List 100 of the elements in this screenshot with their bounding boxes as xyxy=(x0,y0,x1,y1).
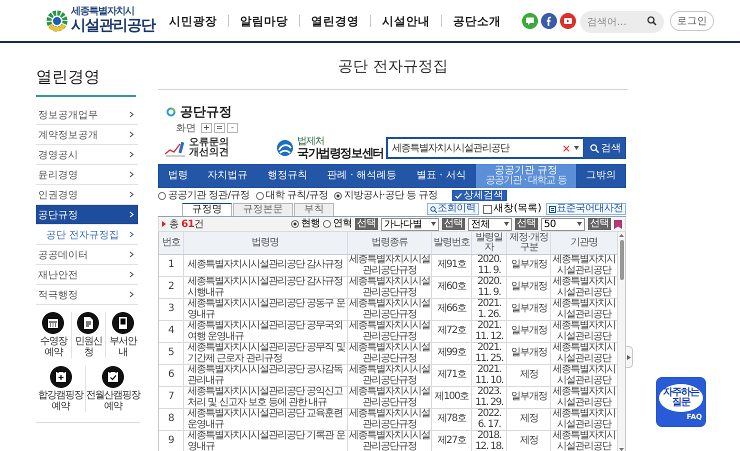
logo-subtitle: 세종특별자치시 xyxy=(71,7,135,18)
chevron-icon xyxy=(129,191,134,198)
table-cell: 제99호 xyxy=(432,342,472,364)
nav-link[interactable]: 열린경영 xyxy=(299,14,370,26)
chevron-icon xyxy=(129,131,134,138)
logo-title: 시설관리공단 xyxy=(71,18,155,34)
nav-link[interactable]: 알림마당 xyxy=(228,14,299,26)
sidebar-title: 열린경영 xyxy=(36,67,136,97)
radio-option[interactable]: 지방공사·공단 등 규정 xyxy=(334,190,438,200)
zoom-button[interactable]: = xyxy=(214,123,225,133)
search-field[interactable]: 검색어... xyxy=(580,11,664,33)
chevron-icon xyxy=(129,271,134,278)
select-field[interactable]: 50 xyxy=(541,218,585,230)
select-button[interactable]: 선택 xyxy=(442,218,465,230)
zoom-button[interactable]: + xyxy=(201,123,212,133)
select-button[interactable]: 선택 xyxy=(515,218,538,230)
document-icon xyxy=(77,312,100,334)
page-title: 공단 전자규정집 xyxy=(338,56,448,76)
dictionary-button[interactable]: 표준국어대사전 xyxy=(546,203,626,215)
calendar-icon xyxy=(42,312,64,334)
table-cell: 제60호 xyxy=(432,276,472,298)
chevron-icon xyxy=(129,151,134,158)
select-button[interactable]: 선택 xyxy=(355,218,378,230)
table-cell: 제71호 xyxy=(432,364,472,386)
select-field[interactable]: 전체 xyxy=(468,218,512,230)
table-cell: 3 xyxy=(159,298,184,320)
table-cell: 일부개정 xyxy=(506,276,551,298)
column-header: 법령종류 xyxy=(347,232,432,254)
table-cell: 세종특별자치시시설관리공단규정 xyxy=(347,364,432,386)
table-cell: 세종특별자치시시설관리공단 공무국외여행 운영내규 xyxy=(183,320,348,342)
sidebar-item[interactable]: 정보공개업무 xyxy=(36,105,138,125)
sidebar-item[interactable]: 공공데이터 xyxy=(36,245,138,265)
tab[interactable]: 규정본문 xyxy=(233,203,293,216)
table-cell: 제72호 xyxy=(432,320,472,342)
tab[interactable]: 규정명 xyxy=(182,203,232,216)
category-tab[interactable]: 행정규칙 xyxy=(257,164,318,188)
nav-link[interactable]: 시민광장 xyxy=(158,14,228,26)
category-tab[interactable]: 법령 xyxy=(158,164,198,188)
select-button[interactable]: 선택 xyxy=(588,218,611,230)
table-cell: 6 xyxy=(159,364,184,386)
history-button[interactable]: 조회이력 xyxy=(426,203,479,215)
table-cell: 세종특별자치시시설관리공단 공무직 및 기간제 근로자 관리규정 xyxy=(183,342,348,364)
table-cell: 1 xyxy=(159,254,184,276)
collapse-handle[interactable] xyxy=(626,346,633,368)
radio-option[interactable]: 대학 규칙/규정 xyxy=(256,190,328,200)
triangle-icon xyxy=(162,221,166,227)
tab[interactable]: 부칙 xyxy=(294,203,334,216)
table-cell: 일부개정 xyxy=(506,298,551,320)
table-cell: 제정 xyxy=(506,408,551,430)
category-tab[interactable]: 자치법규 xyxy=(198,164,258,188)
table-cell: 제66호 xyxy=(432,298,472,320)
feedback-link[interactable]: 오류문의 개선의견 xyxy=(158,138,276,158)
radio-option[interactable]: 현행 xyxy=(291,219,320,229)
login-button[interactable]: 로그인 xyxy=(670,10,714,30)
table-cell: 일부개정 xyxy=(506,342,551,364)
table-cell: 2021. 11. 12. xyxy=(472,320,507,342)
zoom-button[interactable]: - xyxy=(227,123,238,133)
sidebar-item[interactable]: 윤리경영 xyxy=(36,165,138,185)
table-cell: 세종특별자치시시설관리공단규정 xyxy=(347,320,432,342)
ring-icon xyxy=(166,107,176,117)
category-tab[interactable]: 그밖의 xyxy=(576,164,626,188)
clear-button[interactable]: × xyxy=(562,142,571,154)
category-tab[interactable]: 별표 · 서식 xyxy=(406,164,476,188)
sidebar-item[interactable]: 공단규정 xyxy=(36,205,138,225)
table-cell: 세종특별자치시시설관리공단규정 xyxy=(347,408,432,430)
chevron-icon xyxy=(129,111,134,118)
radio-option[interactable]: 공공기관 정관/규정 xyxy=(158,190,250,200)
sidebar-item[interactable]: 재난안전 xyxy=(36,265,138,285)
search-icon xyxy=(430,206,437,212)
quick-link[interactable]: 민원신청 xyxy=(70,312,106,358)
facebook-icon xyxy=(541,12,557,28)
quick-link[interactable]: 합강캠핑장 예약 xyxy=(36,366,85,412)
book-icon xyxy=(548,206,556,212)
quick-link[interactable]: 전월산캠핑장 예약 xyxy=(85,366,140,412)
nav-link[interactable]: 공단소개 xyxy=(441,14,512,26)
nav-link[interactable]: 시설안내 xyxy=(370,14,441,26)
chevron-icon xyxy=(129,171,134,178)
category-tab[interactable]: 판례 · 해석례등 xyxy=(317,164,406,188)
search-field[interactable]: 세종특별자치시시설관리공단 × xyxy=(386,137,585,159)
chevron-icon xyxy=(129,231,134,238)
sidebar-subitem[interactable]: 공단 전자규정집 xyxy=(36,225,138,245)
checkbox-option[interactable]: 새창(목록) xyxy=(482,204,542,214)
quick-link[interactable]: 부서안내 xyxy=(105,312,140,358)
table-cell: 일부개정 xyxy=(506,386,551,408)
sidebar-item[interactable]: 적극행정 xyxy=(36,285,138,305)
sidebar-item[interactable]: 경영공시 xyxy=(36,145,138,165)
select-field[interactable]: 가나다별 xyxy=(381,218,439,230)
detail-search-button[interactable]: 상세검색 xyxy=(452,190,507,201)
table-cell: 제정 xyxy=(506,430,551,451)
table-cell: 제100호 xyxy=(432,386,472,408)
scrollbar[interactable] xyxy=(617,232,625,451)
radio-option[interactable]: 연혁 xyxy=(323,219,352,229)
search-button[interactable]: 검색 xyxy=(585,137,626,159)
column-header: 기관명 xyxy=(550,232,618,254)
chart-pencil-icon xyxy=(164,139,186,157)
caret-icon xyxy=(431,222,436,226)
table-cell: 세종특별자치시시설관리공단 공동구 운영내규 xyxy=(183,298,348,320)
quick-link[interactable]: 수영장예약 xyxy=(36,312,71,358)
check-icon xyxy=(454,192,462,198)
sidebar-item[interactable]: 계약정보공개 xyxy=(36,125,138,145)
